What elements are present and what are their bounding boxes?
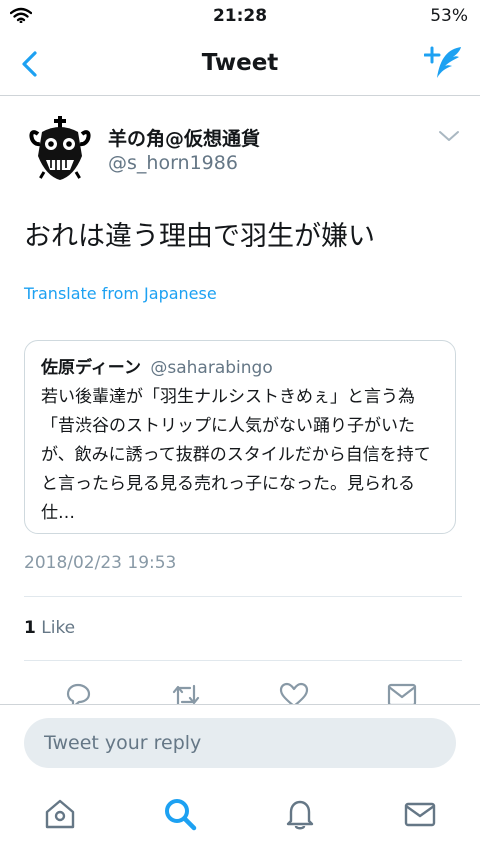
status-bar: 21:28 53%: [0, 0, 480, 34]
author-name[interactable]: 羊の角@仮想通貨: [108, 124, 260, 151]
direct-message-icon[interactable]: [386, 680, 418, 704]
reply-input[interactable]: [24, 718, 456, 768]
battery-percentage: 53%: [430, 6, 468, 26]
like-heart-icon[interactable]: [278, 680, 310, 704]
navigation-bar: Tweet: [0, 34, 480, 96]
likes-label: Like: [41, 618, 76, 638]
messages-envelope-icon[interactable]: [400, 794, 440, 834]
chevron-down-icon[interactable]: [438, 128, 460, 142]
author-handle[interactable]: @s_horn1986: [108, 152, 238, 174]
likes-count: 1: [24, 618, 36, 638]
tweet-actions: [0, 676, 480, 704]
search-icon[interactable]: [160, 794, 200, 834]
quoted-tweet-text: 若い後輩達が「羽生ナルシストきめぇ」と言う為「昔渋谷のストリップに人気がない踊り…: [41, 387, 431, 523]
likes-summary[interactable]: 1 Like: [24, 618, 75, 638]
tweet-text: おれは違う理由で羽生が嫌い: [24, 221, 375, 252]
quoted-tweet-header: 佐原ディーン @saharabingo: [41, 353, 439, 379]
page-title: Tweet: [201, 50, 279, 76]
translate-link[interactable]: Translate from Japanese: [24, 284, 217, 303]
reply-icon[interactable]: [62, 680, 94, 704]
avatar[interactable]: [24, 112, 96, 184]
tweet-author: 羊の角@仮想通貨 @s_horn1986: [24, 112, 460, 188]
retweet-icon[interactable]: [170, 680, 202, 704]
quoted-tweet[interactable]: 佐原ディーン @saharabingo 若い後輩達が「羽生ナルシストきめぇ」と言…: [24, 340, 456, 534]
status-time: 21:28: [212, 6, 268, 26]
home-icon[interactable]: [40, 794, 80, 834]
quoted-author-name: 佐原ディーン: [41, 358, 141, 378]
divider: [24, 660, 462, 661]
quoted-author-handle: @saharabingo: [150, 358, 273, 378]
bottom-tab-bar: [0, 790, 480, 842]
divider: [24, 596, 462, 597]
notifications-bell-icon[interactable]: [280, 794, 320, 834]
tweet-timestamp: 2018/02/23 19:53: [24, 553, 177, 573]
compose-tweet-icon[interactable]: [423, 44, 464, 84]
